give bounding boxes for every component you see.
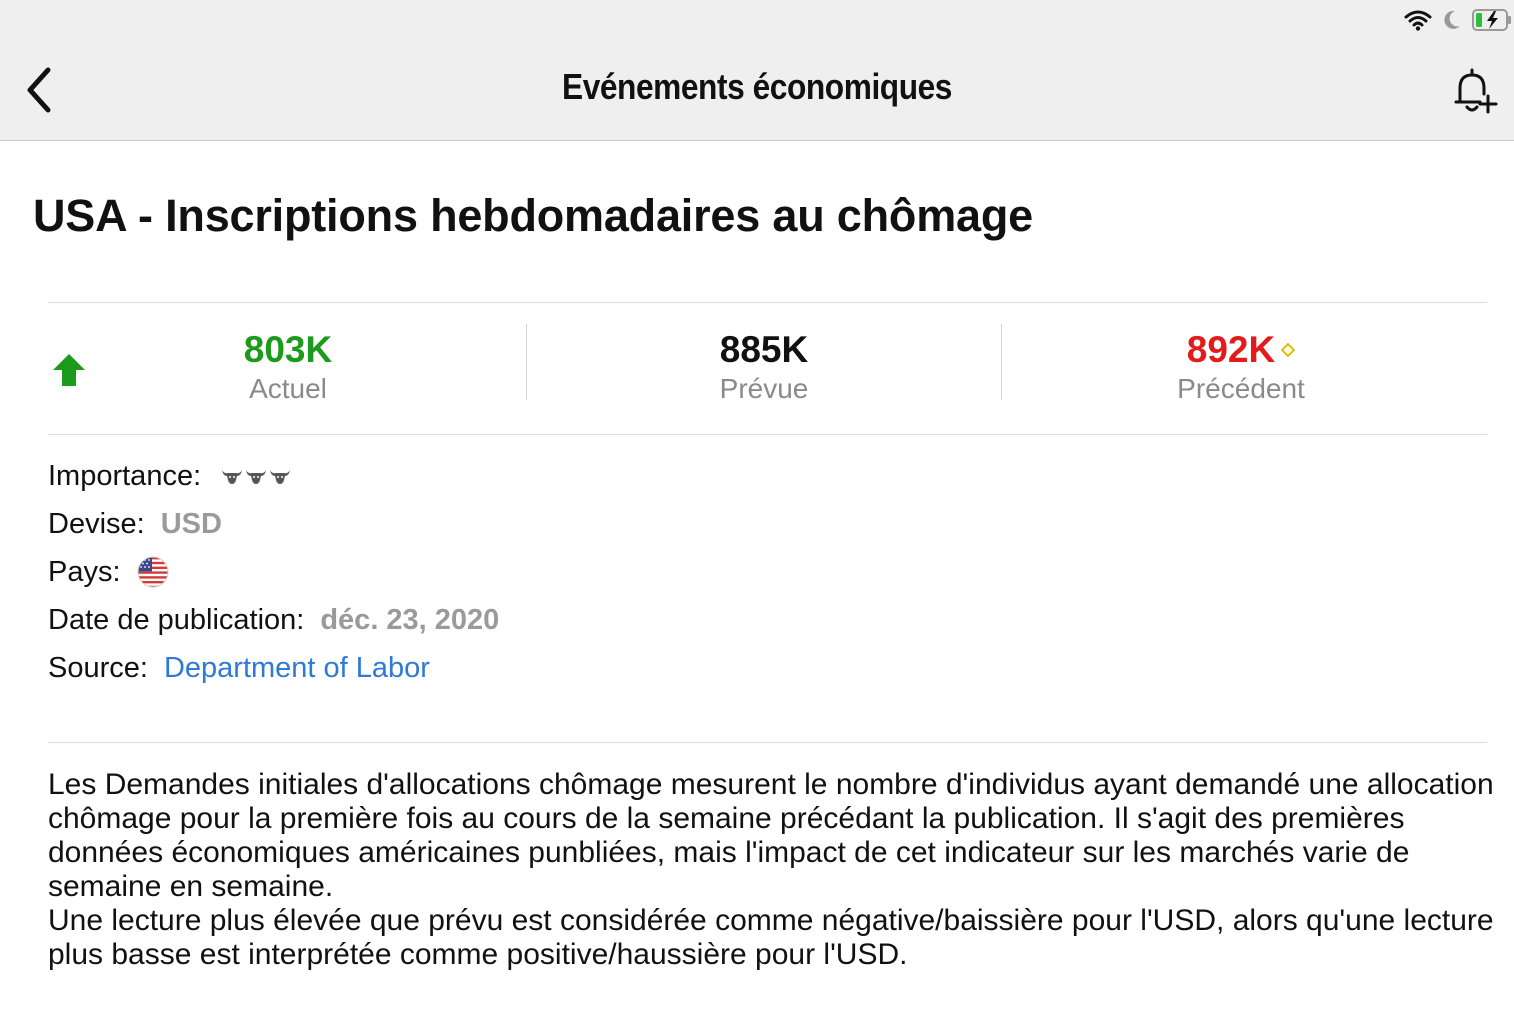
previous-value-row: 892K <box>1003 326 1479 374</box>
currency-row: Devise: USD <box>48 500 499 548</box>
page-header-title: Evénements économiques <box>562 66 952 107</box>
bell-plus-icon <box>1454 68 1498 114</box>
back-button[interactable] <box>18 64 62 116</box>
event-description: Les Demandes initiales d'allocations chô… <box>48 768 1498 972</box>
date-row: Date de publication: déc. 23, 2020 <box>48 596 499 644</box>
previous-value: 892K <box>1186 329 1276 370</box>
importance-row: Importance: <box>48 452 499 500</box>
chevron-left-icon <box>27 67 51 113</box>
divider <box>48 302 1487 303</box>
divider <box>48 742 1487 743</box>
us-flag-icon <box>137 556 169 588</box>
navigation-bar: Evénements économiques <box>0 40 1514 141</box>
divider <box>48 434 1487 435</box>
bull-icon <box>246 470 267 484</box>
actual-value: 803K <box>243 329 333 370</box>
country-row: Pays: <box>48 548 499 596</box>
country-label: Pays: <box>48 555 121 588</box>
description-paragraph: Une lecture plus élevée que prévu est co… <box>48 904 1494 971</box>
stats-row: 803K Actuel 885K Prévue 892K Précédent <box>48 304 1487 434</box>
wifi-icon <box>1404 10 1432 31</box>
diamond-icon <box>1281 343 1296 357</box>
status-bar <box>0 0 1514 40</box>
previous-label: Précédent <box>1177 373 1305 404</box>
source-row: Source: Department of Labor <box>48 644 499 692</box>
source-link[interactable]: Department of Labor <box>164 652 430 685</box>
event-details: Importance: Devise: USD Pays: Date de pu… <box>48 452 499 692</box>
forecast-stat: 885K Prévue <box>526 326 1002 404</box>
currency-label: Devise: <box>48 507 145 540</box>
currency-value: USD <box>160 507 222 540</box>
date-value: déc. 23, 2020 <box>320 603 500 636</box>
forecast-label: Prévue <box>719 373 809 404</box>
battery-charging-icon <box>1472 9 1511 31</box>
description-paragraph: Les Demandes initiales d'allocations chô… <box>48 768 1494 903</box>
previous-stat: 892K Précédent <box>1003 326 1479 404</box>
forecast-value: 885K <box>719 329 809 370</box>
actual-stat: 803K Actuel <box>50 326 526 404</box>
moon-icon <box>1444 10 1460 29</box>
importance-rating <box>221 467 291 485</box>
status-icons <box>1404 6 1514 34</box>
source-label: Source: <box>48 651 148 684</box>
bull-icon <box>222 470 243 484</box>
add-alert-button[interactable] <box>1450 66 1498 116</box>
importance-label: Importance: <box>48 459 202 492</box>
bull-icon <box>270 470 291 484</box>
divider <box>1001 324 1002 400</box>
actual-label: Actuel <box>249 373 327 404</box>
date-label: Date de publication: <box>48 603 305 636</box>
event-title: USA - Inscriptions hebdomadaires au chôm… <box>33 190 1033 241</box>
